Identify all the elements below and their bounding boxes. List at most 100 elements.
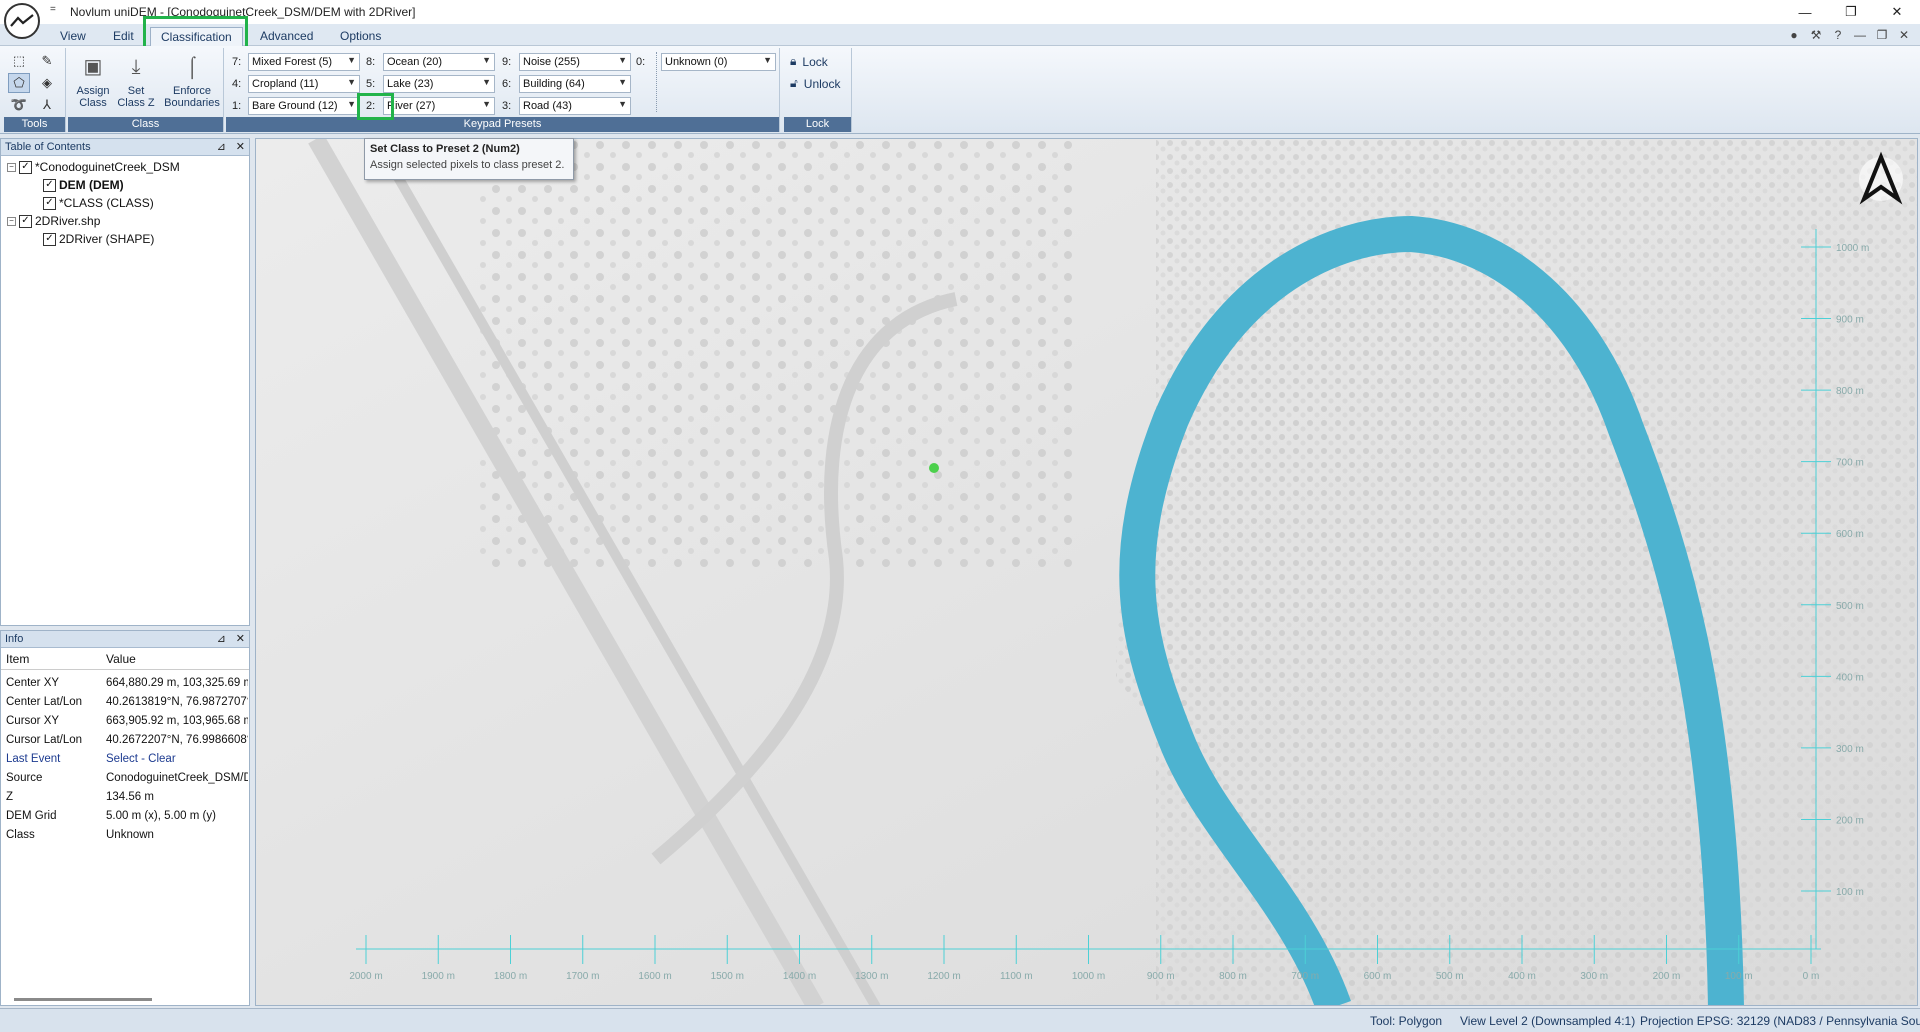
x-scale-label: 1300 m <box>855 971 888 982</box>
enforce-boundaries-button[interactable]: ⌠ Enforce Boundaries <box>162 52 222 109</box>
x-scale-label: 1000 m <box>1072 971 1105 982</box>
doc-minimize-icon[interactable]: — <box>1852 27 1868 43</box>
toc-item[interactable]: − ✓ *ConodoguinetCreek_DSM <box>7 159 180 175</box>
col-item[interactable]: Item <box>6 652 29 666</box>
info-row: Center XY 664,880.29 m, 103,325.69 m <box>6 677 248 689</box>
tab-edit[interactable]: Edit <box>103 27 144 46</box>
x-scale-label: 1900 m <box>422 971 455 982</box>
toc-item[interactable]: ✓ 2DRiver (SHAPE) <box>43 231 154 247</box>
checkbox[interactable]: ✓ <box>43 232 56 246</box>
lock-icon: 🔒︎ <box>790 54 797 68</box>
y-scale-label: 900 m <box>1836 315 1864 326</box>
pin-icon[interactable]: ⊿ <box>217 632 226 645</box>
info-column-headers: Item Value <box>1 648 249 670</box>
checkbox[interactable]: ✓ <box>43 178 56 192</box>
set-class-z-button[interactable]: ⤓ Set Class Z <box>116 52 156 109</box>
preset-divider <box>656 52 657 112</box>
horizontal-scrollbar[interactable] <box>14 998 152 1001</box>
col-value[interactable]: Value <box>106 652 136 666</box>
boundary-icon: ⌠ <box>185 56 199 78</box>
quick-access-toolbar[interactable]: = <box>50 4 56 15</box>
tab-options[interactable]: Options <box>330 27 391 46</box>
close-button[interactable]: ✕ <box>1874 0 1920 24</box>
restore-button[interactable]: ❐ <box>1828 0 1874 24</box>
preset-1-select[interactable]: Bare Ground (12) ▼ <box>248 97 360 115</box>
status-dot-icon[interactable]: ● <box>1786 27 1802 43</box>
preset-key-8: 8: <box>366 56 376 68</box>
preset-key-1: 1: <box>232 100 242 112</box>
lasso-icon[interactable]: ➰ <box>8 95 30 115</box>
preset-3-select[interactable]: Road (43) ▼ <box>519 97 631 115</box>
chevron-down-icon: ▼ <box>482 99 491 109</box>
map-view[interactable]: 2000 m 1900 m 1800 m 1700 m 1600 m 1500 m 1400… <box>255 138 1918 1006</box>
measure-icon[interactable]: ⅄ <box>36 95 58 115</box>
x-scale-label: 1100 m <box>1000 971 1033 982</box>
info-title: Info <box>5 633 24 645</box>
preset-key-0: 0: <box>636 56 646 68</box>
map-canvas[interactable]: 2000 m 1900 m 1800 m 1700 m 1600 m 1500 m 1400… <box>256 139 1918 1006</box>
toc-header: Table of Contents ⊿ ✕ <box>1 139 249 156</box>
preset-tooltip: Set Class to Preset 2 (Num2) Assign sele… <box>364 138 574 180</box>
info-row: SourceConodoguinetCreek_DSM/DEM <box>6 772 248 784</box>
checkbox[interactable]: ✓ <box>19 160 32 174</box>
preset-4-select[interactable]: Cropland (11) ▼ <box>248 75 360 93</box>
chevron-down-icon: ▼ <box>482 77 491 87</box>
chevron-down-icon: ▼ <box>618 77 627 87</box>
toc-item-label: DEM (DEM) <box>59 178 124 192</box>
preset-8-select[interactable]: Ocean (20) ▼ <box>383 53 495 71</box>
ribbon: ⬚ ✎ ⬠ ◈ ➰ ⅄ Tools ▣ Assign Class ⤓ Set C… <box>0 46 1920 134</box>
preset-key-4: 4: <box>232 78 242 90</box>
x-scale-label: 1800 m <box>494 971 527 982</box>
fill-bucket-icon[interactable]: ◈ <box>36 73 58 93</box>
chevron-down-icon: ▼ <box>618 55 627 65</box>
x-scale-label: 2000 m <box>349 971 382 982</box>
collapse-icon[interactable]: − <box>7 216 16 226</box>
toc-item[interactable]: ✓ DEM (DEM) <box>43 177 124 193</box>
north-arrow-icon[interactable] <box>1859 151 1903 205</box>
x-scale-label: 100 m <box>1725 971 1753 982</box>
app-logo-icon[interactable] <box>4 3 40 39</box>
chevron-down-icon: ▼ <box>482 55 491 65</box>
checkbox[interactable]: ✓ <box>19 214 32 228</box>
assign-class-icon: ▣ <box>83 56 103 78</box>
tab-view[interactable]: View <box>50 27 96 46</box>
pin-icon[interactable]: ⊿ <box>217 140 226 153</box>
status-bar: Tool: Polygon View Level 2 (Downsampled … <box>0 1008 1920 1032</box>
assign-class-button[interactable]: ▣ Assign Class <box>70 52 116 109</box>
preset-0-select[interactable]: Unknown (0) ▼ <box>661 53 776 71</box>
residential-area <box>476 139 1076 569</box>
unlock-button[interactable]: 🔓︎ Unlock <box>790 76 840 91</box>
collapse-icon[interactable]: − <box>7 162 16 172</box>
doc-restore-icon[interactable]: ❐ <box>1874 27 1890 43</box>
rectangle-select-icon[interactable]: ⬚ <box>8 51 30 71</box>
chevron-down-icon: ▼ <box>347 77 356 87</box>
x-scale-label: 0 m <box>1803 971 1820 982</box>
preset-5-select[interactable]: Lake (23) ▼ <box>383 75 495 93</box>
close-icon[interactable]: ✕ <box>236 140 245 153</box>
x-scale-label: 500 m <box>1436 971 1464 982</box>
toc-item[interactable]: − ✓ 2DRiver.shp <box>7 213 100 229</box>
preset-9-select[interactable]: Noise (255) ▼ <box>519 53 631 71</box>
help-icon[interactable]: ? <box>1830 27 1846 43</box>
preset-2-select[interactable]: River (27) ▼ <box>383 97 495 115</box>
toc-item[interactable]: ✓ *CLASS (CLASS) <box>43 195 154 211</box>
preset-7-select[interactable]: Mixed Forest (5) ▼ <box>248 53 360 71</box>
lock-button[interactable]: 🔒︎ Lock <box>790 54 828 69</box>
pencil-icon[interactable]: ✎ <box>36 51 58 71</box>
info-row: Center Lat/Lon 40.2613819°N, 76.9872707°W <box>6 696 248 708</box>
close-icon[interactable]: ✕ <box>236 632 245 645</box>
polygon-select-icon[interactable]: ⬠ <box>8 73 30 93</box>
info-row: Z 134.56 m <box>6 791 154 803</box>
class-group: ▣ Assign Class ⤓ Set Class Z ⌠ Enforce B… <box>68 48 224 132</box>
preset-6-select[interactable]: Building (64) ▼ <box>519 75 631 93</box>
minimize-button[interactable]: — <box>1782 0 1828 24</box>
x-scale-label: 1400 m <box>783 971 816 982</box>
unlock-icon: 🔓︎ <box>790 76 798 90</box>
doc-close-icon[interactable]: ✕ <box>1896 27 1912 43</box>
tab-advanced[interactable]: Advanced <box>250 27 323 46</box>
checkbox[interactable]: ✓ <box>43 196 56 210</box>
tools-icon[interactable]: ⚒ <box>1808 27 1824 43</box>
keypad-presets-group: 7: Mixed Forest (5) ▼ 4: Cropland (11) ▼ 1… <box>226 48 780 132</box>
ribbon-tabs: View Edit Classification Advanced Option… <box>0 24 1920 46</box>
info-panel: Info ⊿ ✕ Item Value Center XY 664,880.29 m… <box>0 630 250 1006</box>
